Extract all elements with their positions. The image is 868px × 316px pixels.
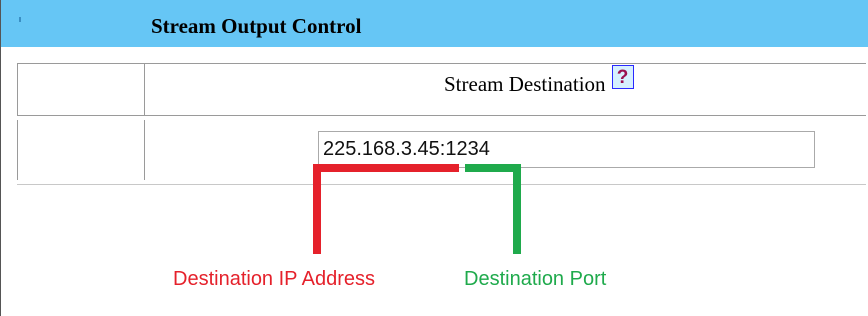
table-divider	[144, 63, 145, 115]
section-title: Stream Output Control	[151, 14, 362, 38]
ip-address-bracket	[313, 164, 459, 254]
stream-destination-header: Stream Destination ?	[444, 64, 634, 104]
section-header: Stream Output Control	[1, 0, 868, 47]
ip-address-annotation: Destination IP Address	[173, 268, 375, 290]
table-divider	[17, 120, 18, 180]
table-divider	[17, 115, 866, 116]
header-marker-icon	[19, 17, 21, 22]
stream-destination-input[interactable]	[318, 131, 815, 168]
port-bracket	[465, 164, 521, 254]
table-divider	[17, 63, 18, 115]
port-annotation: Destination Port	[464, 268, 607, 290]
stream-destination-label: Stream Destination	[444, 71, 606, 96]
help-question-icon[interactable]: ?	[611, 65, 634, 89]
table-divider	[144, 120, 145, 180]
